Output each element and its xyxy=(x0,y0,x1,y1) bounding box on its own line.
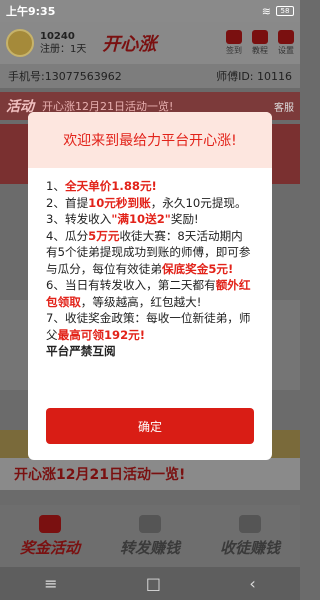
share-icon xyxy=(139,514,161,533)
customer-service-button[interactable]: 客服 xyxy=(274,99,294,114)
rule-highlight: 10元秒到账 xyxy=(88,195,151,210)
back-icon[interactable]: ‹ xyxy=(249,574,255,593)
rule-highlight: 最高可领192元! xyxy=(57,327,146,342)
rule-text: 2、首提 xyxy=(46,195,89,210)
user-id: 10240 xyxy=(40,31,75,42)
rule-text: 奖励! xyxy=(170,212,199,226)
calendar-icon xyxy=(226,30,242,44)
strict-notice: 平台严禁互阅 xyxy=(46,344,116,358)
rule-text: 6、当日有转发收入，第二天都有 xyxy=(46,278,216,292)
tab-label: 奖金活动 xyxy=(19,538,80,557)
tab-apprentice-earn[interactable]: 收徒赚钱 xyxy=(200,505,300,567)
status-time: 上午9:35 xyxy=(6,5,56,18)
rule-text: 3、转发收入 xyxy=(46,212,112,226)
bottom-tab-bar: 奖金活动 转发赚钱 收徒赚钱 xyxy=(0,505,300,567)
rule-item-3: 3、转发收入"满10送2"奖励! xyxy=(46,211,254,228)
tab-label: 收徒赚钱 xyxy=(219,538,280,557)
status-icons: ≋ 58 xyxy=(262,5,294,18)
account-row: 手机号:13077563962 师傅ID: 10116 xyxy=(0,64,300,88)
rule-number: 1、 xyxy=(46,179,65,193)
welcome-dialog: 欢迎来到最给力平台开心涨! 1、全天单价1.88元! 2、首提10元秒到账，永久… xyxy=(28,112,272,460)
rule-item-7: 7、收徒奖金政策：每收一位新徒弟，师父最高可领192元! xyxy=(46,310,254,343)
rule-highlight: 5万元 xyxy=(88,228,120,243)
mentor-id: 师傅ID: 10116 xyxy=(216,70,292,83)
rule-highlight: 全天单价1.88元! xyxy=(64,179,157,193)
wifi-icon: ≋ xyxy=(261,4,271,18)
dialog-body: 1、全天单价1.88元! 2、首提10元秒到账，永久10元提现。 3、转发收入"… xyxy=(28,168,272,360)
gear-icon xyxy=(278,30,294,44)
app-header: 10240 注册：1天 开心涨 签到 教程 设置 xyxy=(0,22,300,64)
rule-highlight: "满10送2" xyxy=(111,212,171,226)
system-nav-bar: ≡ □ ‹ xyxy=(0,567,300,600)
signin-button[interactable]: 签到 xyxy=(226,30,242,56)
tab-label: 转发赚钱 xyxy=(119,538,180,557)
rule-item-4: 4、瓜分5万元收徒大赛：8天活动期内有5个徒弟提现成功到账的师傅，即可参与瓜分，… xyxy=(46,228,254,278)
tutorial-label: 教程 xyxy=(252,46,268,55)
rule-highlight: 保底奖金5元! xyxy=(161,261,234,276)
rule-text: ，永久10元提现。 xyxy=(150,195,247,210)
rule-item-6: 6、当日有转发收入，第二天都有额外红包领取，等级越高，红包越大! xyxy=(46,277,254,310)
rule-text: 4、瓜分 xyxy=(46,228,89,243)
battery-icon: 58 xyxy=(276,6,294,16)
settings-label: 设置 xyxy=(278,46,294,55)
register-days: 注册：1天 xyxy=(40,44,87,55)
tab-bonus-activity[interactable]: 奖金活动 xyxy=(0,505,100,567)
user-info: 10240 注册：1天 xyxy=(40,30,86,56)
avatar[interactable] xyxy=(6,29,34,57)
header-icons: 签到 教程 设置 xyxy=(226,30,294,56)
tutorial-button[interactable]: 教程 xyxy=(252,30,268,56)
rule-text: ，等级越高，红包越大! xyxy=(80,294,202,309)
phone-number: 手机号:13077563962 xyxy=(8,70,122,83)
tab-forward-earn[interactable]: 转发赚钱 xyxy=(100,505,200,567)
settings-button[interactable]: 设置 xyxy=(278,30,294,56)
home-icon[interactable]: □ xyxy=(146,574,161,593)
rule-item-1: 1、全天单价1.88元! xyxy=(46,178,254,195)
dialog-title: 欢迎来到最给力平台开心涨! xyxy=(28,112,272,168)
rule-item-2: 2、首提10元秒到账，永久10元提现。 xyxy=(46,195,254,212)
money-bag-icon xyxy=(39,514,61,533)
status-bar: 上午9:35 ≋ 58 xyxy=(0,0,300,22)
book-icon xyxy=(252,30,268,44)
confirm-button[interactable]: 确定 xyxy=(46,408,254,444)
apprentice-icon xyxy=(239,514,261,533)
signin-label: 签到 xyxy=(226,46,242,55)
activity-banner[interactable]: 开心涨12月21日活动一览! xyxy=(0,458,300,490)
app-logo: 开心涨 xyxy=(102,34,157,55)
menu-icon[interactable]: ≡ xyxy=(44,574,57,593)
